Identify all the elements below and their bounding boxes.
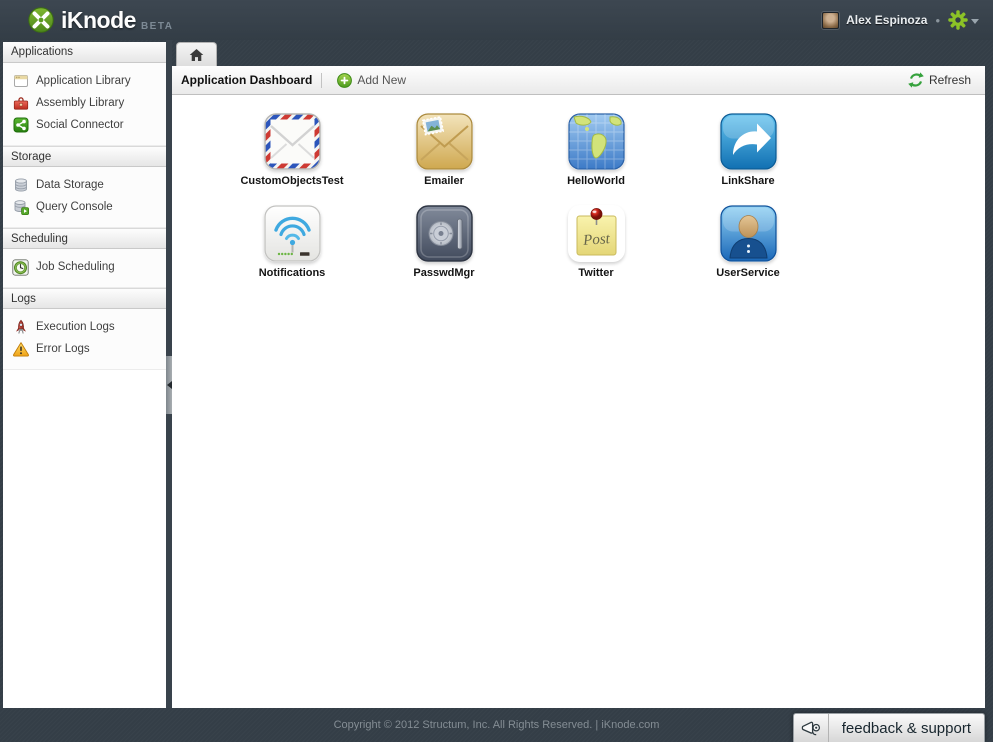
user-avatar bbox=[822, 11, 840, 29]
sidebar-item-label: Application Library bbox=[36, 75, 131, 87]
feedback-label: feedback & support bbox=[841, 719, 971, 737]
sidebar-section-logs: Logs Execution Logs Error Logs bbox=[3, 288, 166, 370]
main-panel: Application Dashboard Add New Refresh Cu… bbox=[172, 40, 985, 708]
logo-text: iKnode bbox=[61, 6, 136, 33]
window-icon bbox=[12, 73, 29, 90]
iknode-logo: iKnode BETA bbox=[28, 7, 173, 34]
megaphone-icon bbox=[794, 714, 829, 742]
sidebar-item-error-logs[interactable]: Error Logs bbox=[3, 338, 166, 360]
plus-circle-icon bbox=[337, 72, 353, 88]
collapse-left-icon bbox=[166, 381, 172, 389]
dashboard-content: CustomObjectsTest Emailer HelloWorld LinkSh… bbox=[172, 95, 985, 708]
sidebar-item-execution-logs[interactable]: Execution Logs bbox=[3, 316, 166, 338]
add-new-label: Add New bbox=[357, 73, 407, 87]
tab-home[interactable] bbox=[176, 42, 217, 66]
sidebar-section-header-applications[interactable]: Applications bbox=[3, 42, 166, 63]
home-icon bbox=[189, 48, 204, 62]
sidebar-section-header-scheduling[interactable]: Scheduling bbox=[3, 228, 166, 249]
warning-icon bbox=[12, 341, 29, 358]
tab-strip bbox=[172, 40, 985, 66]
svg-text:Post: Post bbox=[581, 231, 611, 249]
user-name: Alex Espinoza bbox=[846, 13, 928, 27]
app-label: CustomObjectsTest bbox=[240, 175, 344, 187]
sidebar-item-label: Assembly Library bbox=[36, 97, 125, 109]
sidebar-section-items: Data Storage Query Console bbox=[3, 167, 166, 228]
separator-bullet: • bbox=[935, 12, 940, 28]
person-icon bbox=[719, 205, 777, 262]
sidebar-section-scheduling: Scheduling Job Scheduling bbox=[3, 228, 166, 288]
refresh-label: Refresh bbox=[928, 73, 971, 87]
app-label: Notifications bbox=[258, 267, 326, 279]
sidebar-section-items: Execution Logs Error Logs bbox=[3, 309, 166, 370]
database-play-icon bbox=[12, 199, 29, 216]
page-title: Application Dashboard bbox=[181, 73, 313, 87]
app-tile-twitter[interactable]: Post Twitter bbox=[520, 205, 672, 297]
toolbar-divider bbox=[321, 72, 323, 88]
app-tile-notifications[interactable]: Notifications bbox=[216, 205, 368, 297]
app-tile-passwdmgr[interactable]: PasswdMgr bbox=[368, 205, 520, 297]
feedback-support-button[interactable]: feedback & support bbox=[792, 713, 985, 742]
sidebar: Applications Application Library Assembly … bbox=[3, 42, 166, 708]
sidebar-section-applications: Applications Application Library Assembly … bbox=[3, 42, 166, 146]
app-label: PasswdMgr bbox=[413, 267, 475, 279]
app-tile-customobjectstest[interactable]: CustomObjectsTest bbox=[216, 113, 368, 205]
app-tile-linkshare[interactable]: LinkShare bbox=[672, 113, 824, 205]
sidebar-item-label: Error Logs bbox=[36, 343, 90, 355]
sidebar-section-items: Job Scheduling bbox=[3, 249, 166, 288]
sticky-note-pin-icon: Post bbox=[568, 205, 625, 262]
rocket-icon bbox=[12, 319, 29, 336]
sidebar-item-label: Execution Logs bbox=[36, 321, 115, 333]
sidebar-item-job-scheduling[interactable]: Job Scheduling bbox=[3, 256, 166, 278]
share-arrow-icon bbox=[719, 113, 777, 170]
sidebar-item-label: Social Connector bbox=[36, 119, 124, 131]
refresh-icon bbox=[908, 72, 924, 88]
gear-icon bbox=[948, 10, 968, 30]
clock-icon bbox=[12, 258, 29, 276]
iknode-logo-icon bbox=[28, 7, 54, 33]
iknode-app: iKnode BETA Alex Espinoza • Applications… bbox=[0, 0, 993, 742]
refresh-button[interactable]: Refresh bbox=[903, 69, 976, 91]
envelope-stamp-icon bbox=[415, 113, 473, 170]
app-tile-emailer[interactable]: Emailer bbox=[368, 113, 520, 205]
app-grid: CustomObjectsTest Emailer HelloWorld LinkSh… bbox=[172, 95, 985, 297]
sidebar-item-label: Data Storage bbox=[36, 179, 104, 191]
beta-badge: BETA bbox=[140, 20, 174, 32]
settings-menu-button[interactable] bbox=[948, 10, 979, 30]
app-label: LinkShare bbox=[721, 175, 775, 187]
sidebar-section-header-storage[interactable]: Storage bbox=[3, 146, 166, 167]
app-label: Twitter bbox=[578, 267, 614, 279]
chevron-down-icon bbox=[971, 18, 979, 24]
safe-dial-icon bbox=[415, 205, 473, 262]
airmail-envelope-icon bbox=[263, 113, 321, 170]
sidebar-item-application-library[interactable]: Application Library bbox=[3, 70, 166, 92]
globe-map-icon bbox=[567, 113, 625, 170]
app-tile-userservice[interactable]: UserService bbox=[672, 205, 824, 297]
sidebar-item-data-storage[interactable]: Data Storage bbox=[3, 174, 166, 196]
sidebar-section-header-logs[interactable]: Logs bbox=[3, 288, 166, 309]
sidebar-item-label: Query Console bbox=[36, 201, 113, 213]
copyright-text: Copyright © 2012 Structum, Inc. All Righ… bbox=[333, 719, 660, 731]
app-label: Emailer bbox=[424, 175, 464, 187]
app-header: iKnode BETA Alex Espinoza • bbox=[0, 0, 993, 40]
dashboard-toolbar: Application Dashboard Add New Refresh bbox=[172, 66, 985, 95]
sidebar-item-label: Job Scheduling bbox=[36, 261, 115, 273]
database-icon bbox=[12, 177, 29, 194]
sidebar-section-storage: Storage Data Storage Query Console bbox=[3, 146, 166, 228]
share-icon bbox=[12, 117, 29, 134]
sidebar-item-query-console[interactable]: Query Console bbox=[3, 196, 166, 218]
app-tile-helloworld[interactable]: HelloWorld bbox=[520, 113, 672, 205]
wifi-router-icon bbox=[263, 205, 321, 262]
toolbox-icon bbox=[12, 95, 29, 112]
app-label: UserService bbox=[716, 267, 780, 279]
sidebar-item-social-connector[interactable]: Social Connector bbox=[3, 114, 166, 136]
sidebar-item-assembly-library[interactable]: Assembly Library bbox=[3, 92, 166, 114]
app-label: HelloWorld bbox=[567, 175, 625, 187]
sidebar-section-items: Application Library Assembly Library Socia… bbox=[3, 63, 166, 146]
user-menu[interactable]: Alex Espinoza • bbox=[822, 10, 979, 30]
add-new-button[interactable]: Add New bbox=[332, 70, 411, 91]
